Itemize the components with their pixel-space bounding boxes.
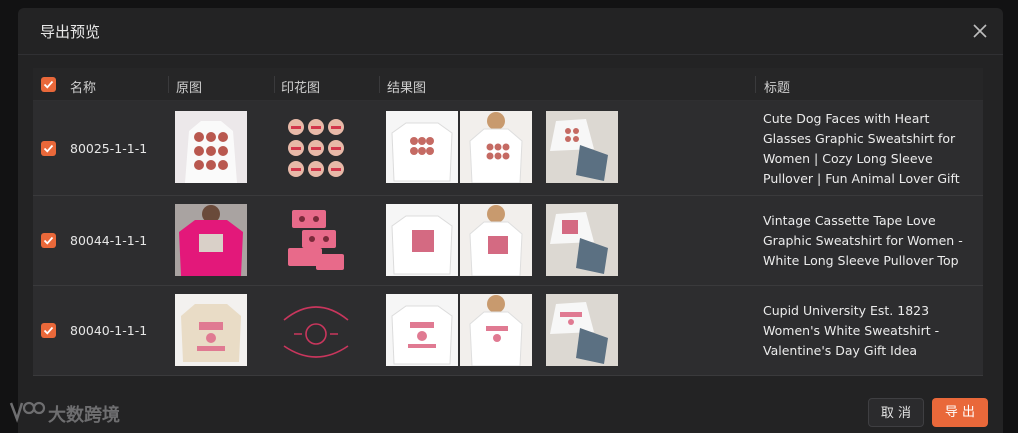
result-image-2[interactable]: [460, 204, 532, 276]
table-row: 80025-1-1-1 Cute Dog Faces with Heart Gl…: [33, 101, 983, 196]
column-header-original: 原图: [176, 81, 203, 96]
result-image-3[interactable]: [546, 111, 618, 183]
watermark-text: 大数跨境: [48, 405, 120, 426]
dialog-title: 导出预览: [40, 23, 101, 41]
result-image-2[interactable]: [460, 111, 532, 183]
row-name: 80040-1-1-1: [70, 323, 148, 338]
result-image-1[interactable]: [386, 204, 458, 276]
row-name: 80044-1-1-1: [70, 233, 148, 248]
original-image[interactable]: [175, 204, 247, 276]
print-image[interactable]: [280, 111, 352, 183]
print-image[interactable]: [280, 294, 352, 366]
result-image-1[interactable]: [386, 111, 458, 183]
result-image-1[interactable]: [386, 294, 458, 366]
row-title: Cute Dog Faces with Heart Glasses Graphi…: [763, 111, 960, 186]
table-row: 80040-1-1-1 Cupid University Est. 1823 W…: [33, 286, 983, 376]
print-logo: [283, 306, 349, 358]
check-icon: [43, 144, 54, 153]
column-divider: [379, 76, 380, 93]
select-all-checkbox[interactable]: [41, 77, 56, 92]
export-preview-dialog: 导出预览 名称 原图 印花图 结果图 标题 80025-1-1-1 Cute D…: [18, 8, 1003, 433]
row-checkbox[interactable]: [41, 323, 56, 338]
cancel-button[interactable]: 取 消: [868, 398, 924, 427]
row-title: Vintage Cassette Tape Love Graphic Sweat…: [763, 213, 963, 268]
original-image[interactable]: [175, 294, 247, 366]
row-name: 80025-1-1-1: [70, 141, 148, 156]
column-divider: [274, 76, 275, 93]
original-image[interactable]: [175, 111, 247, 183]
check-icon: [43, 80, 54, 89]
dialog-header: 导出预览: [18, 8, 1003, 55]
print-image[interactable]: [280, 204, 352, 276]
column-divider: [168, 76, 169, 93]
result-image-3[interactable]: [546, 294, 618, 366]
watermark: 大数跨境: [8, 399, 120, 427]
export-button[interactable]: 导 出: [932, 398, 988, 427]
column-header-print: 印花图: [281, 81, 321, 96]
column-header-result: 结果图: [387, 81, 427, 96]
close-icon[interactable]: [971, 22, 989, 40]
table-row: 80044-1-1-1 Vintage Cassette Tape Love G…: [33, 196, 983, 286]
table-header: 名称 原图 印花图 结果图 标题: [33, 68, 983, 101]
row-checkbox[interactable]: [41, 233, 56, 248]
column-header-name: 名称: [70, 81, 97, 96]
column-header-title: 标题: [764, 81, 791, 96]
result-image-2[interactable]: [460, 294, 532, 366]
watermark-logo-icon: [9, 401, 46, 423]
column-divider: [755, 76, 756, 93]
result-image-3[interactable]: [546, 204, 618, 276]
row-checkbox[interactable]: [41, 141, 56, 156]
check-icon: [43, 236, 54, 245]
check-icon: [43, 326, 54, 335]
row-title: Cupid University Est. 1823 Women's White…: [763, 303, 940, 358]
export-table: 名称 原图 印花图 结果图 标题 80025-1-1-1 Cute Dog Fa…: [33, 68, 983, 376]
